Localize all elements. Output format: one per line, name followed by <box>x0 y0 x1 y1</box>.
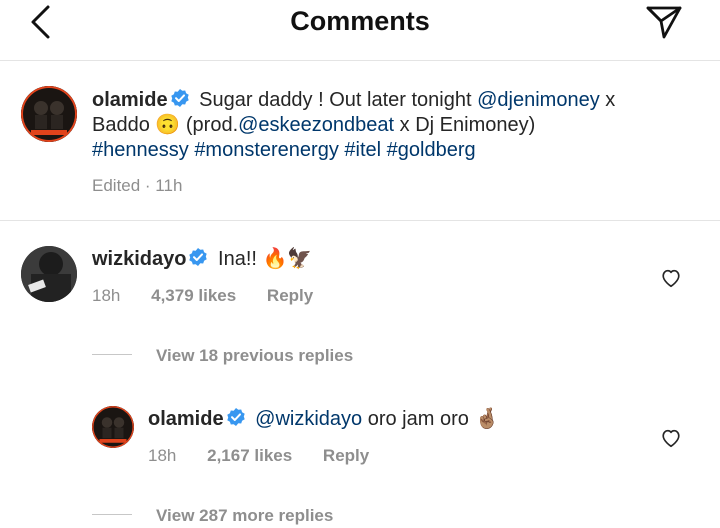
thread-line <box>92 354 132 355</box>
reply-button[interactable]: Reply <box>267 286 313 305</box>
view-more-replies-button[interactable]: View 287 more replies <box>92 506 333 526</box>
paper-plane-icon <box>646 6 682 39</box>
view-replies-label: View 287 more replies <box>156 506 334 525</box>
page-title: Comments <box>290 6 430 36</box>
avatar[interactable] <box>21 86 77 142</box>
caption-username[interactable]: olamide <box>92 89 168 111</box>
share-button[interactable] <box>644 4 684 40</box>
avatar-image <box>21 86 77 142</box>
upside-down-face-emoji: 🙃 <box>155 114 181 136</box>
like-button[interactable] <box>660 267 682 289</box>
comment-username[interactable]: wizkidayo <box>92 248 186 270</box>
caption-line-3: #hennessy #monsterenergy #itel #goldberg <box>92 138 476 163</box>
avatar-image <box>92 406 134 448</box>
comment-meta: 18h 4,379 likes Reply <box>92 286 313 306</box>
caption-text: (prod. <box>185 114 239 136</box>
thread-line <box>92 514 132 515</box>
caption-meta: Edited · 11h <box>92 176 183 195</box>
caption-mention-djenimoney[interactable]: @djenimoney <box>477 89 600 111</box>
caption-divider <box>0 220 720 221</box>
reply-text: oro jam oro <box>367 408 469 430</box>
avatar[interactable] <box>92 406 134 448</box>
reply-meta: 18h 2,167 likes Reply <box>148 446 369 466</box>
likes-count[interactable]: 4,379 likes <box>151 286 236 305</box>
reply-username[interactable]: olamide <box>148 408 224 430</box>
heart-icon <box>662 269 680 288</box>
comment-line: wizkidayo Ina!! 🔥🦅 <box>92 247 312 274</box>
caption-text: x Dj Enimoney) <box>399 114 536 136</box>
comment-time: 18h <box>92 286 121 305</box>
fire-eagle-emoji: 🔥🦅 <box>262 248 313 270</box>
caption-text: Baddo <box>92 114 150 136</box>
hashtag-goldberg[interactable]: #goldberg <box>387 139 476 161</box>
hashtag-hennessy[interactable]: #hennessy <box>92 139 189 161</box>
reply-time: 18h <box>148 446 177 465</box>
like-button[interactable] <box>660 427 682 449</box>
verified-badge-icon <box>188 247 208 274</box>
avatar[interactable] <box>21 246 77 302</box>
reply-line: olamide @wizkidayo oro jam oro 🤞🏽 <box>148 407 499 434</box>
caption-line-2: Baddo 🙃 (prod.@eskeezondbeat x Dj Enimon… <box>92 113 535 138</box>
hashtag-monsterenergy[interactable]: #monsterenergy <box>194 139 339 161</box>
view-replies-label: View 18 previous replies <box>156 346 354 365</box>
reply-mention-wizkidayo[interactable]: @wizkidayo <box>255 408 362 430</box>
comment-text: Ina!! <box>218 248 257 270</box>
header-divider <box>0 60 720 61</box>
caption-mention-eskeezondbeat[interactable]: @eskeezondbeat <box>238 114 394 136</box>
crossed-fingers-emoji: 🤞🏽 <box>474 408 500 430</box>
likes-count[interactable]: 2,167 likes <box>207 446 292 465</box>
caption-text: x <box>605 89 616 111</box>
verified-badge-icon <box>170 88 190 115</box>
avatar-image <box>21 246 77 302</box>
hashtag-itel[interactable]: #itel <box>344 139 381 161</box>
header: Comments <box>0 0 720 44</box>
caption-line-1: olamide Sugar daddy ! Out later tonight … <box>92 88 615 115</box>
view-previous-replies-button[interactable]: View 18 previous replies <box>92 346 353 366</box>
reply-button[interactable]: Reply <box>323 446 369 465</box>
verified-badge-icon <box>226 407 246 434</box>
caption-text: Sugar daddy ! Out later tonight <box>199 89 472 111</box>
heart-icon <box>662 429 680 448</box>
